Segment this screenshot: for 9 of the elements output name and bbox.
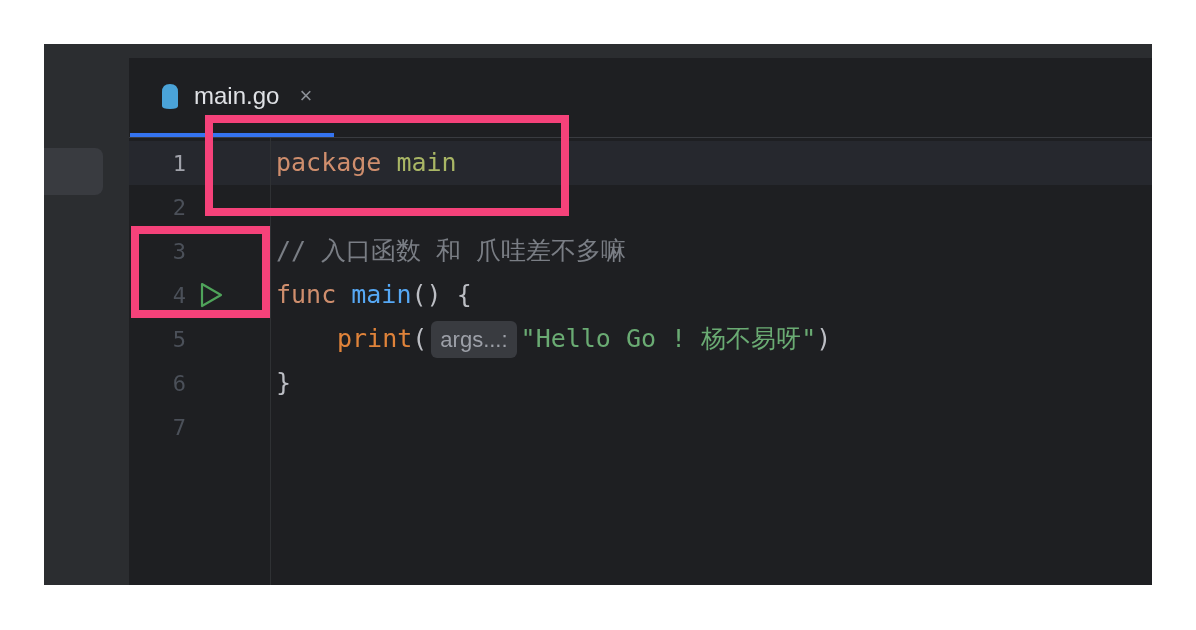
editor-tab[interactable]: main.go × [130, 58, 335, 137]
close-button[interactable]: × [299, 79, 313, 112]
code-text: // 入口函数 和 爪哇差不多嘛 [276, 235, 627, 268]
code-text: func main() { [276, 279, 472, 312]
line-number: 1 [171, 149, 186, 178]
run-icon[interactable] [199, 282, 223, 308]
code-text: print( args...: "Hello Go ! 杨不易呀") [337, 320, 832, 358]
code-text: } [276, 367, 292, 400]
code-text: package main [276, 147, 457, 180]
